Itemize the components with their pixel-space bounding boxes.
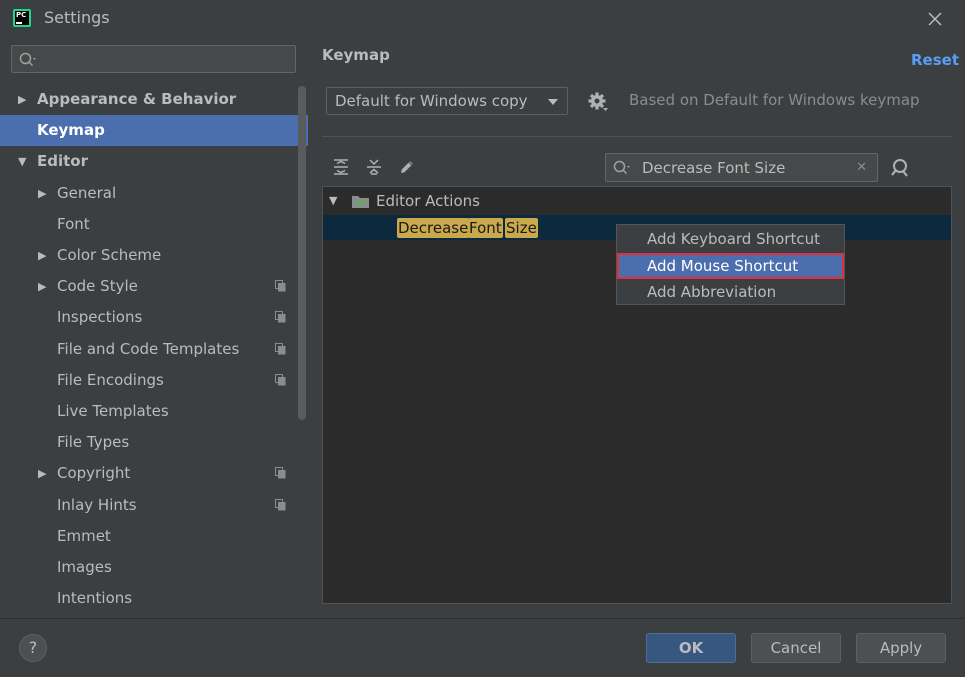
title-bar [0,0,965,36]
sidebar-item-editor[interactable]: ▼ Editor [0,146,308,177]
menu-item-add-mouse-shortcut[interactable]: Add Mouse Shortcut [617,252,844,279]
sidebar-item-intentions[interactable]: Intentions [0,583,308,614]
sidebar-item-inspections[interactable]: Inspections [0,302,308,333]
project-level-icon [275,374,286,386]
based-on-label: Based on Default for Windows keymap [629,91,920,109]
menu-item-label: Add Keyboard Shortcut [647,230,820,248]
project-level-icon [275,499,286,511]
pycharm-logo-icon: PC [13,9,31,27]
highlighted-word: Font [468,218,503,238]
sidebar-item-code-style[interactable]: ▶ Code Style [0,271,308,302]
sidebar-item-label: Font [57,215,90,233]
expanded-arrow-icon[interactable]: ▼ [18,146,26,177]
sidebar-item-label: Color Scheme [57,246,162,264]
collapsed-arrow-icon[interactable]: ▶ [38,458,46,489]
sidebar-item-label: Editor [37,152,88,170]
collapsed-arrow-icon[interactable]: ▶ [18,84,26,115]
sidebar-item-general[interactable]: ▶ General [0,178,308,209]
sidebar-item-label: Copyright [57,464,131,482]
keymap-filter-input[interactable]: Decrease Font Size ✕ [605,153,878,182]
ok-button[interactable]: OK [646,633,736,663]
expand-all-icon [334,159,348,175]
gear-icon[interactable] [587,91,609,117]
expanded-arrow-icon[interactable]: ▼ [329,194,337,207]
help-button[interactable]: ? [19,634,47,662]
sidebar-item-color-scheme[interactable]: ▶ Color Scheme [0,240,308,271]
sidebar-item-label: Code Style [57,277,138,295]
context-menu: Add Keyboard Shortcut Add Mouse Shortcut A… [616,224,845,305]
divider [322,136,952,137]
search-icon [19,52,36,67]
project-level-icon [275,467,286,479]
search-icon [613,160,630,175]
keymap-select[interactable]: Default for Windows copy [326,87,568,115]
sidebar-item-label: Appearance & Behavior [37,90,237,108]
menu-item-add-abbreviation[interactable]: Add Abbreviation [617,279,844,305]
sidebar-item-live-templates[interactable]: Live Templates [0,396,308,427]
collapse-all-button[interactable] [364,157,384,177]
sidebar-item-label: Inlay Hints [57,496,137,514]
sidebar-item-emmet[interactable]: Emmet [0,521,308,552]
sidebar-item-appearance-behavior[interactable]: ▶ Appearance & Behavior [0,84,308,115]
sidebar-item-label: File and Code Templates [57,340,240,358]
menu-item-label: Add Abbreviation [647,283,777,301]
sidebar-item-images[interactable]: Images [0,552,308,583]
close-button[interactable] [922,6,948,32]
collapse-all-icon [367,159,381,175]
project-level-icon [275,343,286,355]
reset-link[interactable]: Reset [911,51,959,69]
sidebar-item-label: Images [57,558,112,576]
clear-icon[interactable]: ✕ [856,160,867,175]
sidebar-item-label: General [57,184,117,202]
apply-button[interactable]: Apply [856,633,946,663]
collapsed-arrow-icon[interactable]: ▶ [38,271,46,302]
keymap-select-value: Default for Windows copy [335,92,528,110]
sidebar-item-keymap[interactable]: Keymap [0,115,308,146]
menu-item-add-keyboard-shortcut[interactable]: Add Keyboard Shortcut [617,226,844,252]
sidebar-item-label: Intentions [57,589,133,607]
folder-icon [352,196,369,208]
cancel-button[interactable]: Cancel [751,633,841,663]
sidebar-item-file-types[interactable]: File Types [0,427,308,458]
sidebar-item-label: Emmet [57,527,111,545]
sidebar-item-label: Live Templates [57,402,169,420]
window-title: Settings [44,8,110,27]
sidebar-item-label: File Types [57,433,130,451]
sidebar-item-label: Keymap [37,121,105,139]
tree-node-label: Editor Actions [376,192,480,210]
sidebar-item-label: Inspections [57,308,143,326]
sidebar-item-file-and-code-templates[interactable]: File and Code Templates [0,334,308,365]
sidebar-item-label: File Encodings [57,371,164,389]
footer-divider [0,618,965,619]
expand-all-button[interactable] [331,157,351,177]
filter-value: Decrease Font Size [642,159,786,177]
chevron-down-icon [548,99,558,105]
menu-item-label: Add Mouse Shortcut [647,256,799,275]
sidebar-item-copyright[interactable]: ▶ Copyright [0,458,308,489]
edit-shortcut-button[interactable] [397,157,417,177]
project-level-icon [275,280,286,292]
pencil-icon [401,161,413,173]
sidebar-item-inlay-hints[interactable]: Inlay Hints [0,490,308,521]
project-level-icon [275,311,286,323]
highlighted-word: Size [505,218,538,238]
collapsed-arrow-icon[interactable]: ▶ [38,178,46,209]
settings-search-input[interactable] [11,45,296,73]
sidebar-item-file-encodings[interactable]: File Encodings [0,365,308,396]
close-icon [928,12,942,26]
collapsed-arrow-icon[interactable]: ▶ [38,240,46,271]
sidebar-scrollbar[interactable] [298,86,306,420]
find-by-shortcut-button[interactable] [890,157,912,183]
page-title: Keymap [322,46,390,64]
find-shortcut-icon [891,159,908,177]
highlighted-word: Decrease [397,218,470,238]
sidebar-item-font[interactable]: Font [0,209,308,240]
